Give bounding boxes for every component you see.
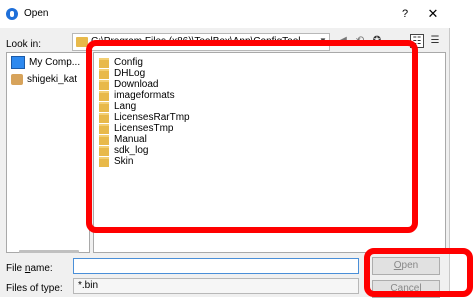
computer-icon	[11, 56, 25, 69]
title-bar: Open ? ✕	[0, 0, 450, 28]
file-type-combobox[interactable]: *.bin	[73, 278, 359, 294]
sidebar: My Comp... shigeki_kat	[6, 52, 90, 253]
window-title: Open	[24, 8, 49, 19]
sidebar-scrollbar[interactable]	[19, 250, 79, 253]
file-name-label: File name:	[6, 263, 53, 274]
close-button[interactable]: ✕	[424, 5, 442, 23]
sidebar-item-label: shigeki_kat	[27, 74, 78, 85]
sidebar-item-label: My Comp...	[29, 57, 81, 68]
annotation-highlight-box	[364, 248, 473, 297]
sidebar-item-user[interactable]: shigeki_kat	[11, 74, 89, 90]
app-icon	[6, 8, 18, 20]
help-button[interactable]: ?	[396, 5, 414, 23]
look-in-label: Look in:	[6, 39, 42, 50]
file-name-input[interactable]	[73, 258, 359, 274]
sidebar-item-my-computer[interactable]: My Comp...	[11, 56, 89, 72]
file-type-label: Files of type:	[6, 283, 63, 294]
annotation-highlight-box	[86, 40, 418, 233]
details-view-icon[interactable]: ☰	[428, 34, 442, 48]
user-folder-icon	[11, 74, 23, 85]
